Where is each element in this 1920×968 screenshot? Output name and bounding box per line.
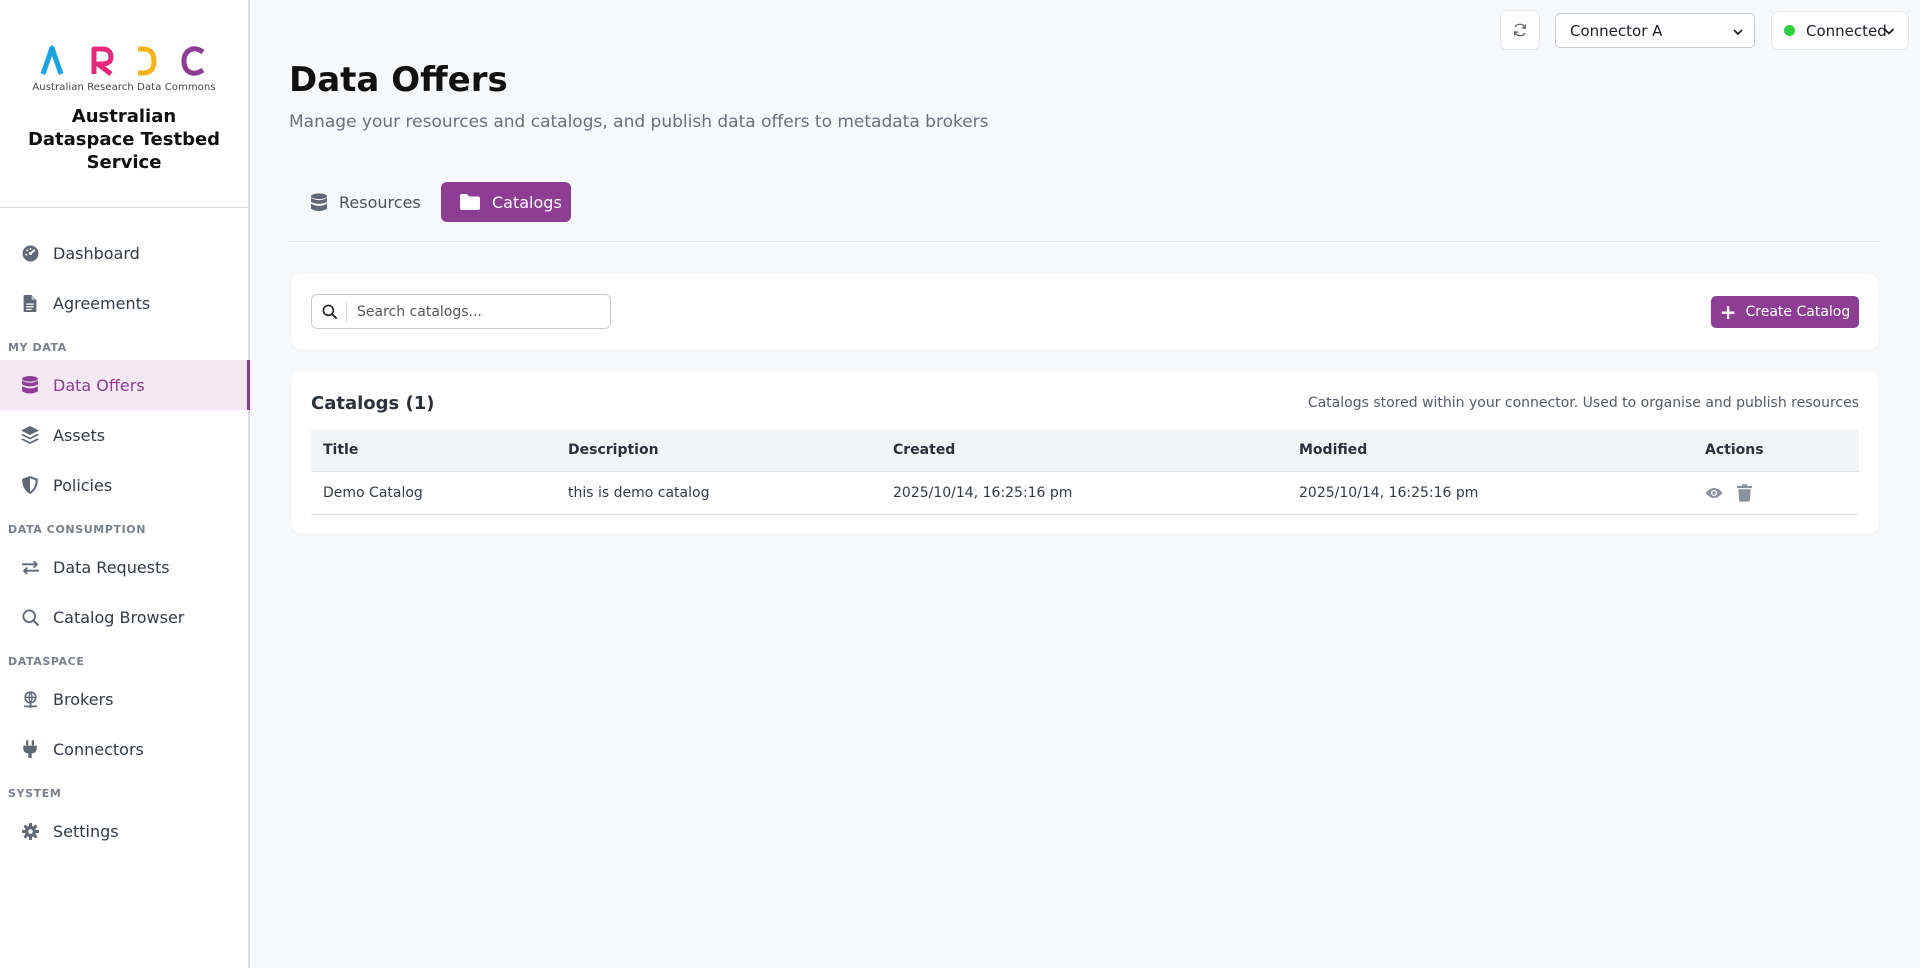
layers-icon <box>20 425 40 445</box>
search-input[interactable] <box>347 303 597 320</box>
tab-catalogs[interactable]: Catalogs <box>441 182 571 222</box>
sidebar-item-label: Data Offers <box>53 375 145 395</box>
nav-section-dataspace: DATASPACE <box>8 655 85 668</box>
chevron-down-icon <box>1882 24 1896 42</box>
arrows-exchange-icon <box>20 557 40 577</box>
catalogs-title: Catalogs (1) <box>311 393 435 414</box>
database-icon <box>20 375 40 395</box>
catalogs-note: Catalogs stored within your connector. U… <box>1307 395 1859 411</box>
sidebar-item-agreements[interactable]: Agreements <box>0 278 248 328</box>
search-field[interactable] <box>311 294 611 329</box>
column-header: Title <box>311 429 556 472</box>
nav-section-data-consumption: DATA CONSUMPTION <box>8 523 147 536</box>
catalog-title: Demo Catalog <box>311 471 556 515</box>
plus-icon: + <box>1719 300 1737 324</box>
folder-icon <box>460 194 480 210</box>
catalog-created: 2025/10/14, 16:25:16 pm <box>881 471 1287 515</box>
column-header: Description <box>556 429 881 472</box>
sidebar-item-label: Assets <box>53 425 106 445</box>
create-catalog-label: Create Catalog <box>1745 304 1851 320</box>
tab-resources[interactable]: Resources <box>311 182 421 222</box>
refresh-button[interactable] <box>1500 10 1540 50</box>
column-header: Created <box>881 429 1287 472</box>
gear-icon <box>20 821 40 841</box>
sidebar-item-label: Data Requests <box>53 557 170 577</box>
sidebar-item-label: Brokers <box>53 689 114 709</box>
table-header-row: Title Description Created Modified Actio… <box>311 429 1859 472</box>
sidebar-item-label: Agreements <box>53 293 151 313</box>
sidebar-item-catalog-browser[interactable]: Catalog Browser <box>0 592 248 642</box>
sidebar-item-data-requests[interactable]: Data Requests <box>0 542 248 592</box>
sidebar-item-connectors[interactable]: Connectors <box>0 724 248 774</box>
catalog-description: this is demo catalog <box>556 471 881 515</box>
connector-select-value: Connector A <box>1570 21 1663 40</box>
sidebar-item-label: Policies <box>53 475 113 495</box>
sidebar-item-label: Settings <box>53 821 119 841</box>
logo-subtitle: Australian Research Data Commons <box>32 82 216 93</box>
page-subtitle: Manage your resources and catalogs, and … <box>289 112 989 132</box>
ardc-logo <box>40 45 205 76</box>
sidebar-item-label: Dashboard <box>53 243 140 263</box>
tab-label: Catalogs <box>492 192 562 212</box>
brand-title: Australian Dataspace Testbed Service <box>27 106 221 173</box>
connector-select[interactable]: Connector A <box>1555 13 1755 48</box>
gauge-icon <box>20 243 40 263</box>
sidebar-item-label: Catalog Browser <box>53 607 185 627</box>
column-header: Actions <box>1693 429 1859 472</box>
nav-section-my-data: MY DATA <box>8 341 67 354</box>
network-icon <box>20 689 40 709</box>
sidebar-item-assets[interactable]: Assets <box>0 410 248 460</box>
sidebar-item-policies[interactable]: Policies <box>0 460 248 510</box>
tabs: Resources Catalogs <box>289 182 1879 242</box>
catalog-actions <box>1693 471 1859 515</box>
catalogs-table: Title Description Created Modified Actio… <box>311 429 1859 515</box>
create-catalog-button[interactable]: + Create Catalog <box>1711 296 1859 328</box>
toolbar-card: + Create Catalog <box>291 274 1879 349</box>
sidebar-item-dashboard[interactable]: Dashboard <box>0 228 248 278</box>
view-catalog-button[interactable] <box>1705 487 1723 499</box>
sidebar: Australian Research Data Commons Austral… <box>0 0 250 968</box>
catalogs-card: Catalogs (1) Catalogs stored within your… <box>291 371 1879 533</box>
shield-icon <box>20 475 40 495</box>
search-icon <box>312 300 347 323</box>
trash-icon <box>1737 483 1753 502</box>
refresh-icon <box>1512 22 1528 38</box>
delete-catalog-button[interactable] <box>1737 483 1753 502</box>
database-icon <box>311 192 327 212</box>
nav-section-system: SYSTEM <box>8 787 62 800</box>
eye-icon <box>1705 487 1723 499</box>
sidebar-item-label: Connectors <box>53 739 144 759</box>
page-title: Data Offers <box>289 60 508 100</box>
column-header: Modified <box>1287 429 1693 472</box>
plug-icon <box>20 739 40 759</box>
sidebar-item-data-offers[interactable]: Data Offers <box>0 360 250 410</box>
chevron-down-icon <box>1732 24 1744 42</box>
status-dot <box>1784 25 1795 36</box>
sidebar-item-settings[interactable]: Settings <box>0 806 248 856</box>
connection-status-menu[interactable]: Connected <box>1771 11 1909 50</box>
catalog-modified: 2025/10/14, 16:25:16 pm <box>1287 471 1693 515</box>
brand: Australian Research Data Commons Austral… <box>0 0 248 208</box>
status-label: Connected <box>1806 21 1887 40</box>
tab-label: Resources <box>339 192 421 212</box>
search-icon <box>20 607 40 627</box>
sidebar-item-brokers[interactable]: Brokers <box>0 674 248 724</box>
document-icon <box>20 293 40 313</box>
table-row: Demo Catalog this is demo catalog 2025/1… <box>311 471 1859 515</box>
